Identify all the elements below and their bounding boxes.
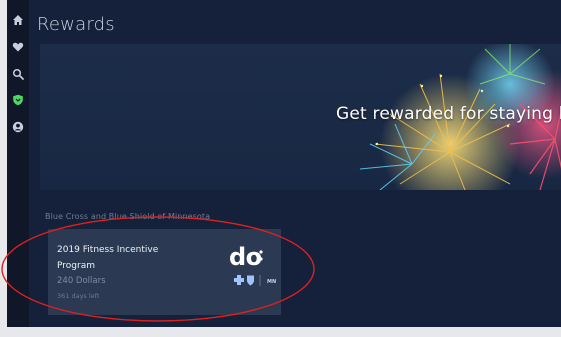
hero-banner[interactable]: Get rewarded for staying h — [40, 44, 561, 190]
sidebar-nav — [7, 0, 29, 327]
page-title: Rewards — [37, 14, 115, 35]
reward-card[interactable]: 2019 Fitness Incentive Program 240 Dolla… — [48, 229, 281, 315]
shield-icon[interactable] — [11, 93, 25, 107]
home-icon[interactable] — [11, 13, 25, 27]
logo-colon-icon — [259, 250, 263, 261]
reward-amount: 240 Dollars — [57, 276, 106, 286]
app-window: Rewards Get rewarded for staying h Blue … — [7, 0, 561, 327]
section-org-name: Blue Cross and Blue Shield of Minnesota — [45, 212, 211, 221]
search-icon[interactable] — [11, 67, 25, 81]
main-content: Rewards Get rewarded for staying h Blue … — [29, 0, 561, 327]
heart-icon[interactable] — [11, 40, 25, 54]
logo-state-label: MN — [267, 279, 277, 285]
bcbs-logo-icon — [234, 275, 261, 286]
hero-headline: Get rewarded for staying h — [336, 104, 561, 124]
reward-days-left: 361 days left — [57, 292, 100, 300]
do-logo-text: do — [229, 243, 262, 271]
user-icon[interactable] — [11, 120, 25, 134]
reward-title: 2019 Fitness Incentive Program — [57, 245, 159, 271]
